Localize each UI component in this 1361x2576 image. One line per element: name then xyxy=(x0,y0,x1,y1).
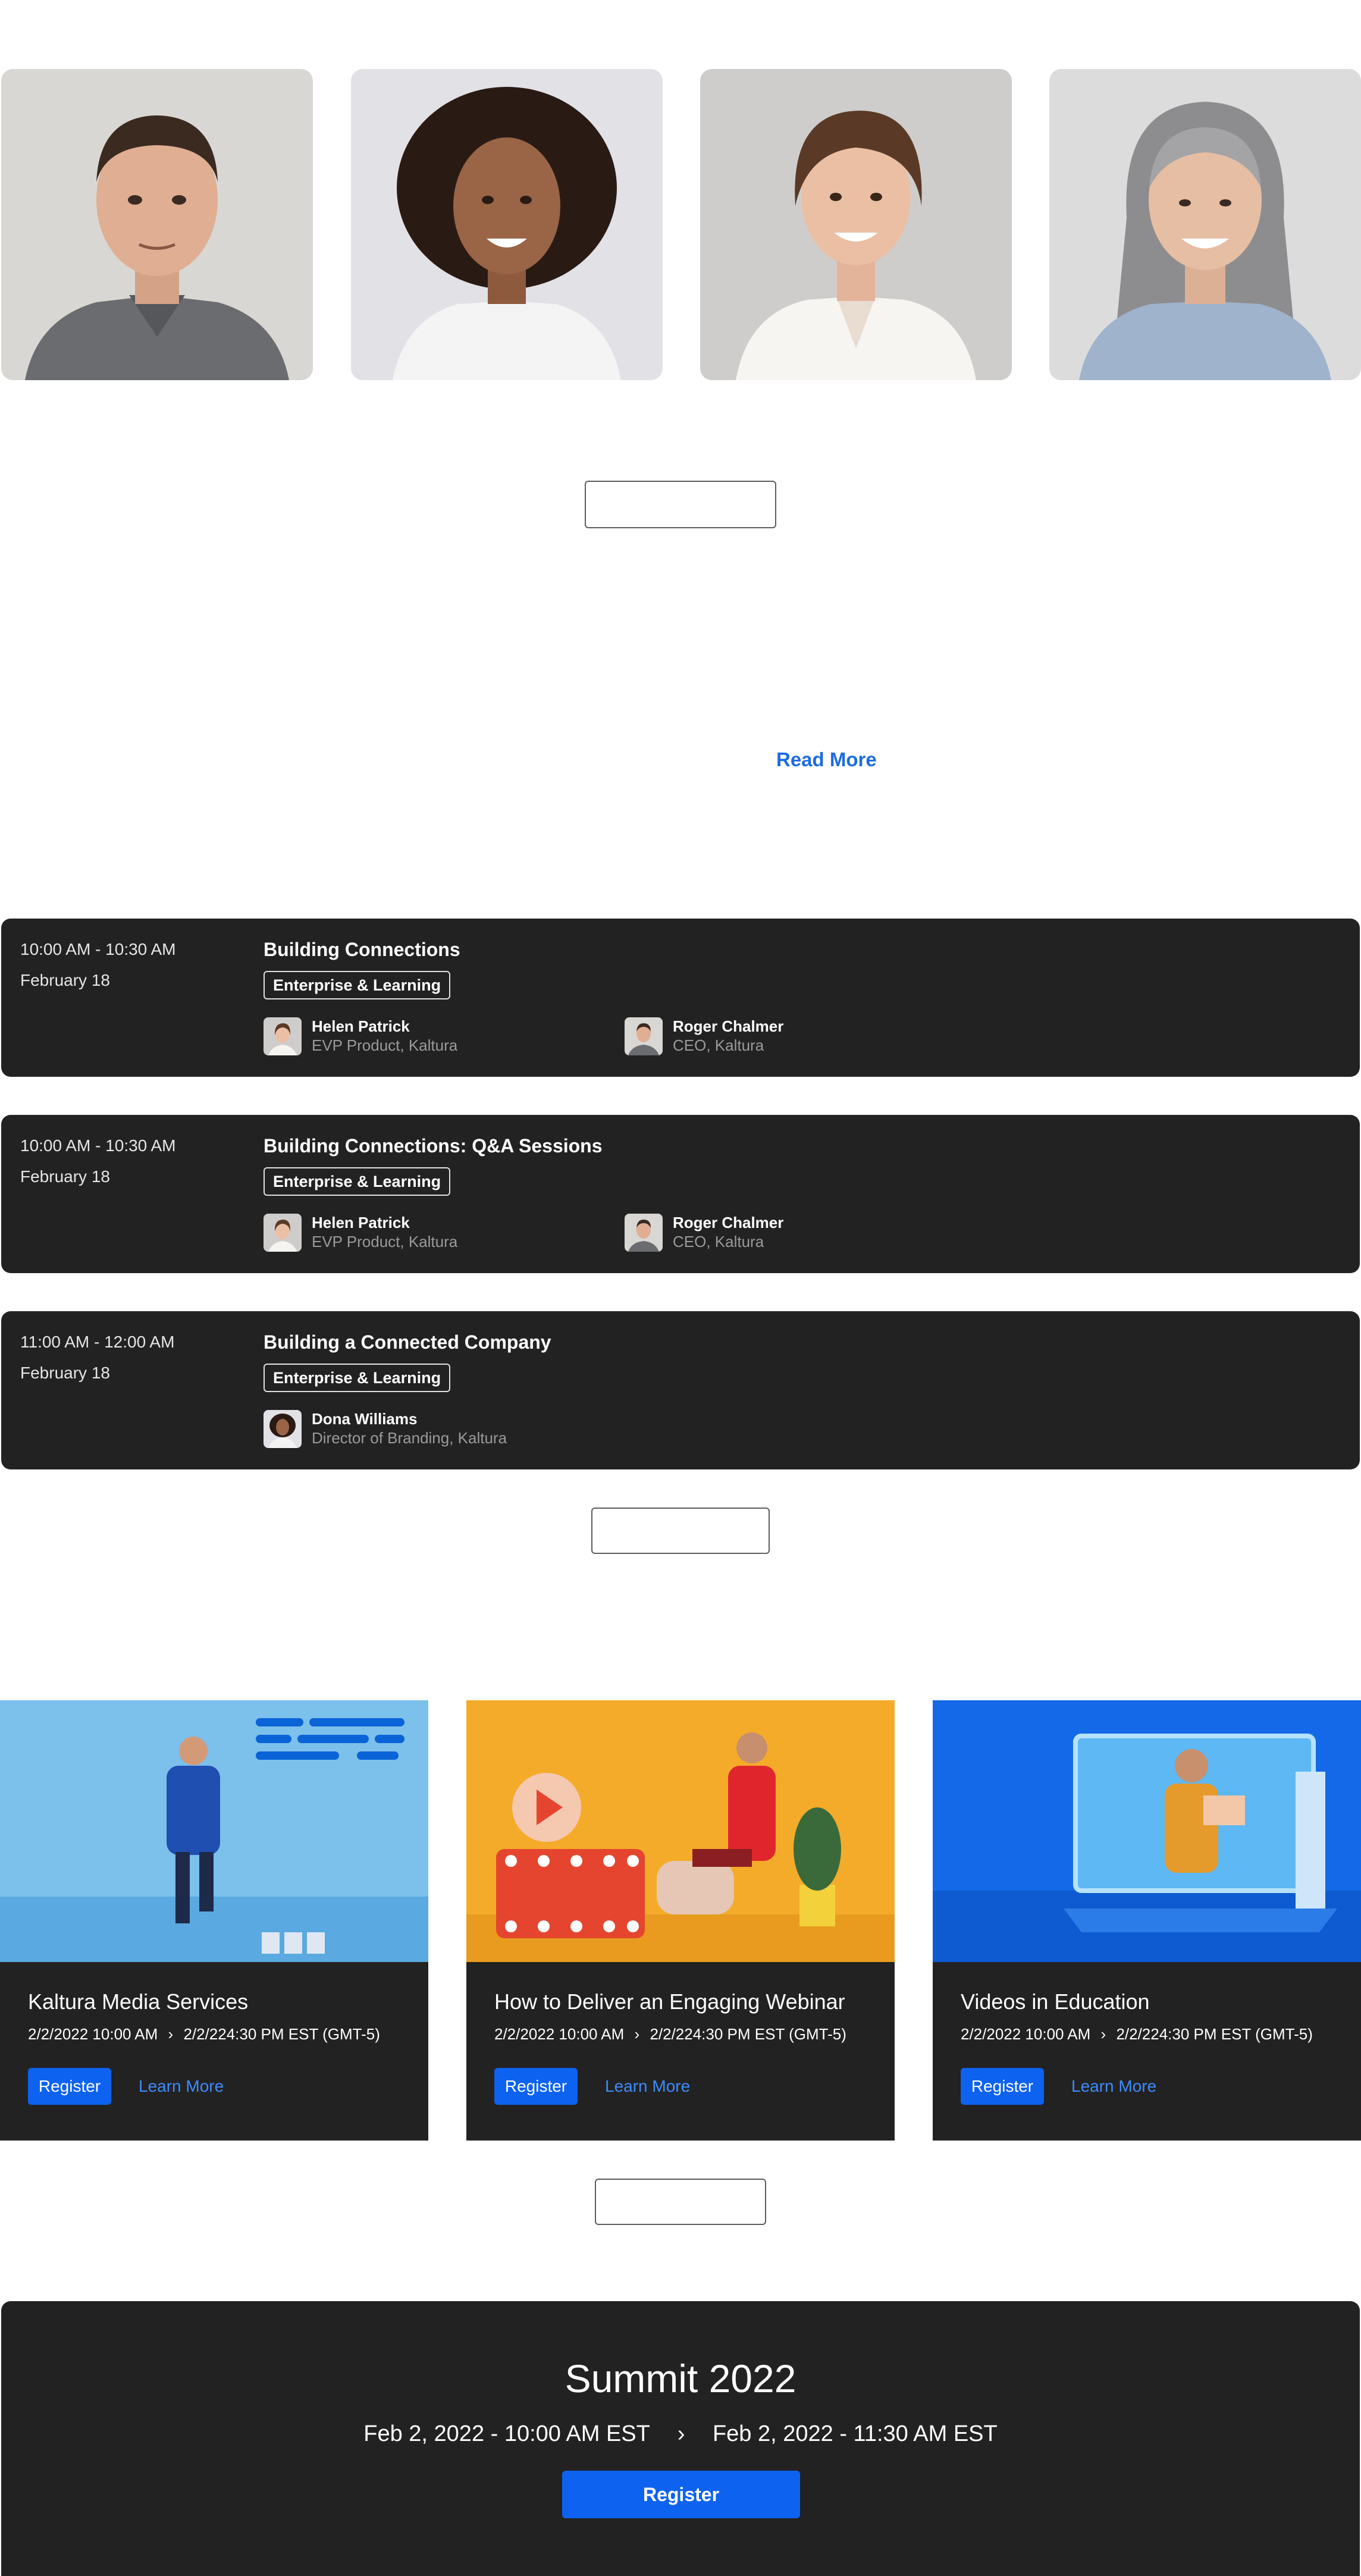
speaker-photo-1[interactable] xyxy=(1,69,313,380)
event-title[interactable]: How to Deliver an Engaging Webinar xyxy=(494,1989,845,2014)
chevron-right-icon: › xyxy=(634,2025,640,2043)
load-more-sessions-button[interactable] xyxy=(591,1508,770,1554)
event-card[interactable]: Videos in Education 2/2/2022 10:00 AM › … xyxy=(933,1700,1361,2141)
session-card[interactable]: 10:00 AM - 10:30 AM February 18 Building… xyxy=(1,1115,1360,1273)
avatar xyxy=(264,1017,302,1055)
load-more-events-button[interactable] xyxy=(595,2179,766,2225)
speaker-avatar-woman-icon xyxy=(264,1214,302,1252)
speaker-name: Roger Chalmer xyxy=(673,1017,784,1035)
session-title[interactable]: Building a Connected Company xyxy=(264,1331,551,1353)
session-title[interactable]: Building Connections: Q&A Sessions xyxy=(264,1135,603,1157)
read-more-link[interactable]: Read More xyxy=(776,748,877,771)
summit-start: Feb 2, 2022 - 10:00 AM EST xyxy=(363,2421,650,2446)
speaker-role: EVP Product, Kaltura xyxy=(312,1036,458,1054)
speaker-avatar-woman-curly-icon xyxy=(264,1410,302,1448)
event-end: 2/2/224:30 PM EST (GMT-5) xyxy=(183,2025,380,2043)
learn-more-link[interactable]: Learn More xyxy=(139,2077,224,2096)
session-time: 10:00 AM - 10:30 AM xyxy=(20,1136,176,1155)
register-button[interactable]: Register xyxy=(961,2068,1044,2105)
event-datetime: 2/2/2022 10:00 AM › 2/2/224:30 PM EST (G… xyxy=(28,2025,380,2044)
developer-whiteboard-illustration-icon xyxy=(0,1700,428,1962)
session-tag[interactable]: Enterprise & Learning xyxy=(264,1364,451,1392)
event-end: 2/2/224:30 PM EST (GMT-5) xyxy=(1116,2025,1313,2043)
speaker-role: CEO, Kaltura xyxy=(673,1233,764,1251)
session-tag[interactable]: Enterprise & Learning xyxy=(264,1167,451,1196)
speaker-photo-4[interactable] xyxy=(1049,69,1361,380)
session-date: February 18 xyxy=(20,1364,110,1382)
speaker-photo-3[interactable] xyxy=(700,69,1012,380)
chevron-right-icon: › xyxy=(168,2025,174,2043)
summit-banner: Summit 2022 Feb 2, 2022 - 10:00 AM EST ›… xyxy=(1,2301,1360,2576)
speaker-role: CEO, Kaltura xyxy=(673,1036,764,1054)
session-tag[interactable]: Enterprise & Learning xyxy=(264,971,451,999)
event-datetime: 2/2/2022 10:00 AM › 2/2/224:30 PM EST (G… xyxy=(494,2025,846,2044)
event-card[interactable]: Kaltura Media Services 2/2/2022 10:00 AM… xyxy=(0,1700,428,2141)
event-end: 2/2/224:30 PM EST (GMT-5) xyxy=(650,2025,846,2043)
speaker-photo-woman-short-hair-icon xyxy=(700,69,1012,380)
event-start: 2/2/2022 10:00 AM xyxy=(961,2025,1091,2043)
speaker-avatar-man-icon xyxy=(625,1017,663,1055)
event-datetime: 2/2/2022 10:00 AM › 2/2/224:30 PM EST (G… xyxy=(961,2025,1313,2044)
register-button[interactable]: Register xyxy=(494,2068,578,2105)
speaker-name: Helen Patrick xyxy=(312,1017,410,1035)
speaker-photo-woman-curly-icon xyxy=(351,69,663,380)
speaker-avatar-man-icon xyxy=(625,1214,663,1252)
event-start: 2/2/2022 10:00 AM xyxy=(28,2025,158,2043)
session-time: 11:00 AM - 12:00 AM xyxy=(20,1333,175,1351)
avatar xyxy=(264,1214,302,1252)
chevron-right-icon: › xyxy=(1100,2025,1106,2043)
learn-more-link[interactable]: Learn More xyxy=(605,2077,690,2096)
event-image xyxy=(933,1700,1361,1962)
summit-register-button[interactable]: Register xyxy=(562,2471,800,2518)
summit-end: Feb 2, 2022 - 11:30 AM EST xyxy=(712,2421,998,2446)
session-date: February 18 xyxy=(20,971,110,989)
avatar xyxy=(625,1017,663,1055)
learn-more-link[interactable]: Learn More xyxy=(1071,2077,1156,2096)
speaker-name: Roger Chalmer xyxy=(673,1214,784,1231)
session-time: 10:00 AM - 10:30 AM xyxy=(20,940,176,958)
speaker-role: EVP Product, Kaltura xyxy=(312,1233,458,1251)
avatar xyxy=(264,1410,302,1448)
event-title[interactable]: Videos in Education xyxy=(961,1989,1150,2014)
speaker-role: Director of Branding, Kaltura xyxy=(312,1429,507,1447)
speaker-photo-2[interactable] xyxy=(351,69,663,380)
summit-dates: Feb 2, 2022 - 10:00 AM EST › Feb 2, 2022… xyxy=(1,2421,1360,2447)
event-image xyxy=(0,1700,428,1962)
register-button[interactable]: Register xyxy=(28,2068,111,2105)
session-card[interactable]: 10:00 AM - 10:30 AM February 18 Building… xyxy=(1,919,1360,1077)
speaker-avatar-woman-icon xyxy=(264,1017,302,1055)
live-webinar-illustration-icon xyxy=(466,1700,895,1962)
speaker-name: Dona Williams xyxy=(312,1410,418,1428)
load-more-speakers-button[interactable] xyxy=(585,481,776,528)
event-card[interactable]: How to Deliver an Engaging Webinar 2/2/2… xyxy=(466,1700,895,2141)
chevron-right-icon: › xyxy=(677,2421,685,2446)
speaker-photo-woman-gray-hair-icon xyxy=(1049,69,1361,380)
summit-title: Summit 2022 xyxy=(565,2356,796,2400)
education-video-illustration-icon xyxy=(933,1700,1361,1962)
session-date: February 18 xyxy=(20,1167,110,1186)
event-start: 2/2/2022 10:00 AM xyxy=(494,2025,625,2043)
session-card[interactable]: 11:00 AM - 12:00 AM February 18 Building… xyxy=(1,1311,1360,1469)
event-title[interactable]: Kaltura Media Services xyxy=(28,1989,248,2014)
event-image xyxy=(466,1700,895,1962)
speaker-name: Helen Patrick xyxy=(312,1214,410,1231)
session-title[interactable]: Building Connections xyxy=(264,939,460,961)
speaker-photo-man-icon xyxy=(1,69,313,380)
avatar xyxy=(625,1214,663,1252)
